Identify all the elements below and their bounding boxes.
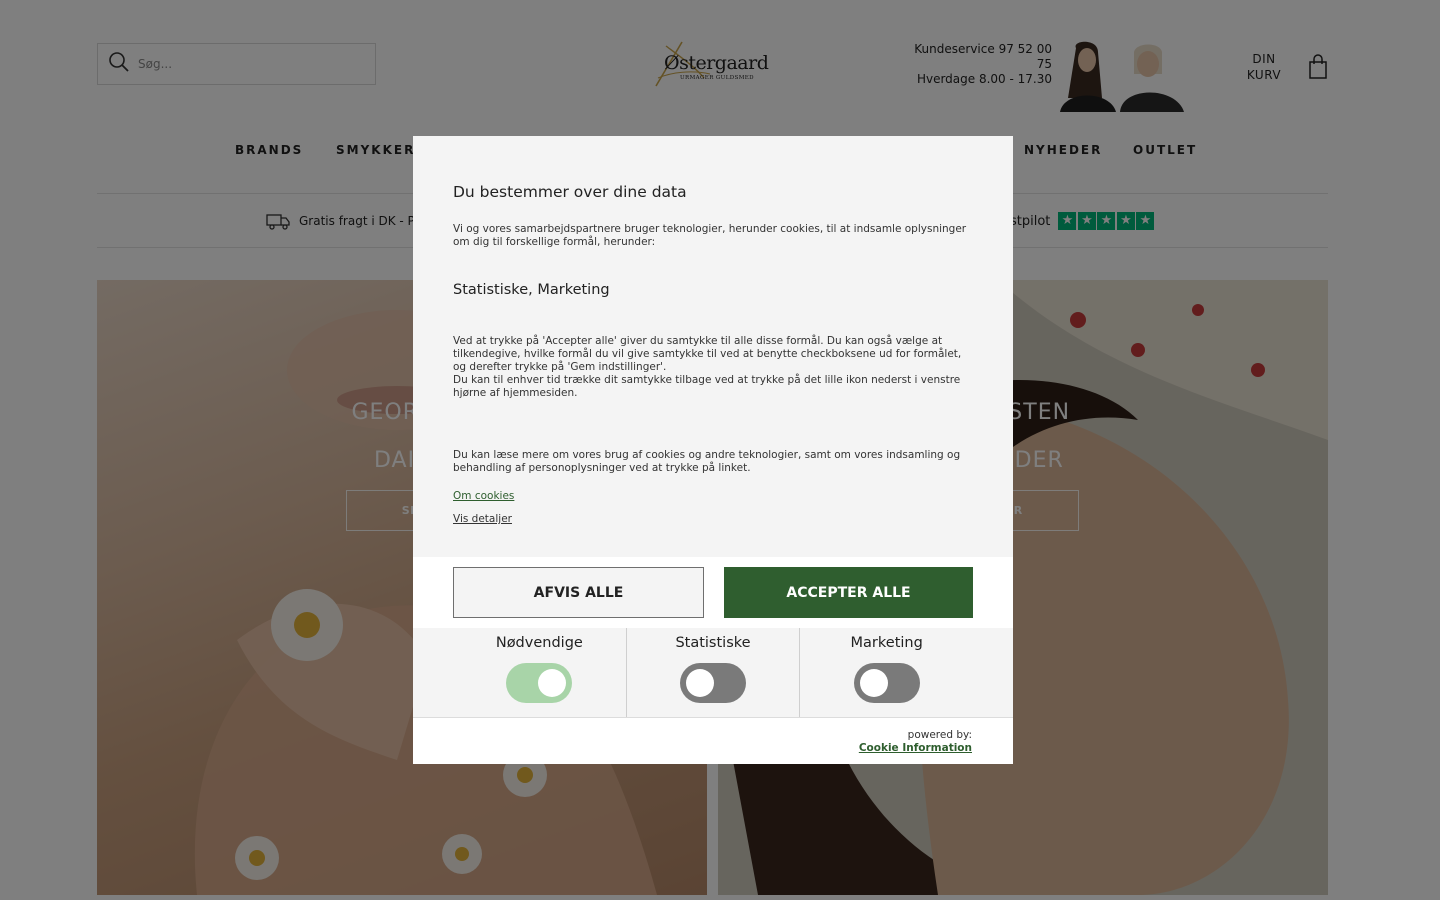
- cookie-information-link[interactable]: Cookie Information: [859, 742, 972, 754]
- consent-toggles: Nødvendige Statistiske Marketing: [453, 628, 973, 717]
- necessary-switch[interactable]: [506, 663, 573, 703]
- cookie-dialog-intro: Vi og vores samarbejdspartnere bruger te…: [453, 223, 967, 248]
- accept-all-button[interactable]: ACCEPTER ALLE: [724, 567, 973, 618]
- statistics-switch[interactable]: [680, 663, 746, 703]
- cookie-dialog-title: Du bestemmer over dine data: [453, 183, 687, 201]
- powered-by-label: powered by:: [907, 729, 972, 741]
- show-details-link[interactable]: Vis detaljer: [453, 513, 512, 525]
- toggle-marketing-label: Marketing: [850, 635, 923, 651]
- cookie-dialog-purposes: Statistiske, Marketing: [453, 282, 610, 298]
- switch-knob: [859, 669, 888, 697]
- toggle-necessary-label: Nødvendige: [495, 635, 583, 651]
- switch-knob: [686, 669, 714, 697]
- about-cookies-link[interactable]: Om cookies: [453, 490, 514, 502]
- toggle-statistics-label: Statistiske: [675, 635, 751, 651]
- consent-withdraw: Du kan til enhver tid trække dit samtykk…: [453, 374, 961, 399]
- cookie-button-bar: AFVIS ALLE ACCEPTER ALLE: [413, 557, 1013, 628]
- cookie-dialog-footer: powered by: Cookie Information: [413, 717, 1013, 764]
- toggle-statistics: Statistiske: [627, 628, 801, 717]
- switch-knob: [538, 669, 567, 697]
- toggle-marketing: Marketing: [800, 628, 973, 717]
- consent-explanation: Ved at trykke på 'Accepter alle' giver d…: [453, 335, 962, 373]
- toggle-necessary: Nødvendige: [453, 628, 627, 717]
- marketing-switch[interactable]: [853, 663, 920, 703]
- reject-all-button[interactable]: AFVIS ALLE: [453, 567, 704, 618]
- cookie-consent-dialog: Du bestemmer over dine data Vi og vores …: [413, 136, 1013, 764]
- cookie-dialog-consent-text: Ved at trykke på 'Accepter alle' giver d…: [453, 335, 973, 400]
- cookie-dialog-more-info: Du kan læse mere om vores brug af cookie…: [453, 449, 961, 474]
